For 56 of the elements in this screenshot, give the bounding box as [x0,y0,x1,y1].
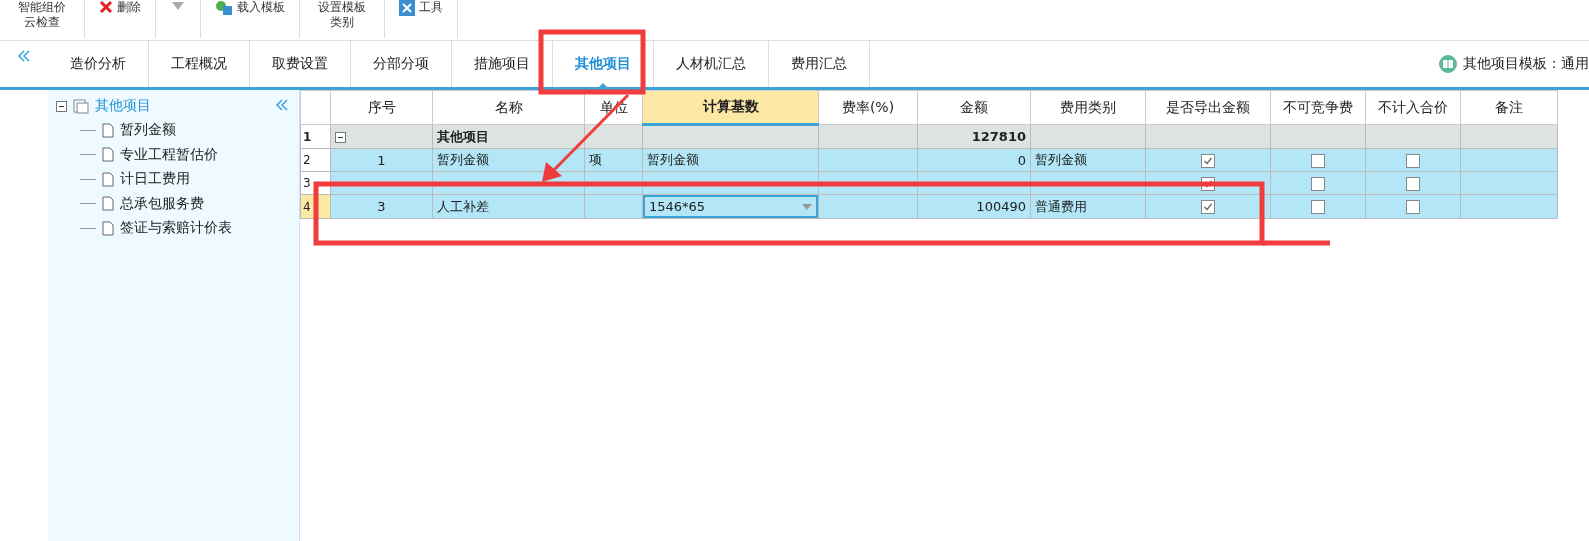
column-header[interactable]: 金额 [917,90,1031,125]
caret-icon[interactable] [802,203,812,210]
tree-item[interactable]: 计日工费用 [120,170,190,189]
table-cell: 暂列金额 [1030,148,1146,172]
row-toggle[interactable] [335,132,346,143]
base-dropdown[interactable]: 1546*65 [643,195,818,218]
folder-icon [73,98,89,114]
column-header[interactable]: 序号 [330,90,433,125]
collapse-icon[interactable] [17,49,31,63]
table-cell: 127810 [917,124,1031,149]
table-cell: 普通费用 [1030,194,1146,219]
column-header[interactable]: 不可竞争费 [1270,90,1366,125]
delete-icon [99,0,113,14]
toolbar-label[interactable]: 删除 [117,0,141,15]
toolbar-label[interactable]: 载入模板 [237,0,285,15]
table-cell: 其他项目 [432,124,585,149]
table-cell: 100490 [917,194,1031,219]
row-number: 2 [300,148,331,172]
table-cell: 0 [917,148,1031,172]
table-cell: 暂列金额 [642,148,819,172]
document-icon [102,196,114,212]
toolbar-label[interactable]: 工具 [419,0,443,15]
tree-item[interactable]: 专业工程暂估价 [120,145,218,164]
tree-item[interactable]: 总承包服务费 [120,194,204,213]
tree-toggle[interactable] [56,100,67,112]
tree-item[interactable]: 签证与索赔计价表 [120,219,232,238]
checkbox[interactable] [1201,153,1215,168]
column-header[interactable]: 计算基数 [642,90,819,125]
checkbox[interactable] [1311,200,1325,215]
document-icon [102,122,114,138]
column-header[interactable]: 是否导出金额 [1145,90,1271,125]
column-header[interactable]: 不计入合价 [1365,90,1461,125]
down-arrow-icon[interactable] [170,0,186,12]
document-icon [102,147,114,163]
row-number: 1 [300,124,331,149]
template-label: 其他项目模板：通用 [1463,55,1589,73]
checkbox[interactable] [1311,153,1325,168]
column-header[interactable]: 备注 [1460,90,1558,125]
checkbox[interactable] [1406,176,1420,191]
toolbar-label[interactable]: 智能组价云检查 [14,0,70,30]
table-cell: 人工补差 [432,194,585,219]
tree-item[interactable]: 暂列金额 [120,121,176,140]
checkbox[interactable] [1201,200,1215,215]
column-header[interactable]: 费率(%) [818,90,918,125]
toolbar-label[interactable]: 设置模板类别 [314,0,370,30]
document-icon [102,171,114,187]
checkbox[interactable] [1406,153,1420,168]
book-icon [1439,55,1457,73]
checkbox[interactable] [1406,200,1420,215]
column-header[interactable]: 名称 [432,90,585,125]
template-icon [215,0,233,16]
column-header[interactable]: 费用类别 [1030,90,1146,125]
document-icon [102,220,114,236]
checkbox[interactable] [1311,176,1325,191]
collapse-icon[interactable] [275,98,289,112]
table-cell: 3 [330,194,433,219]
